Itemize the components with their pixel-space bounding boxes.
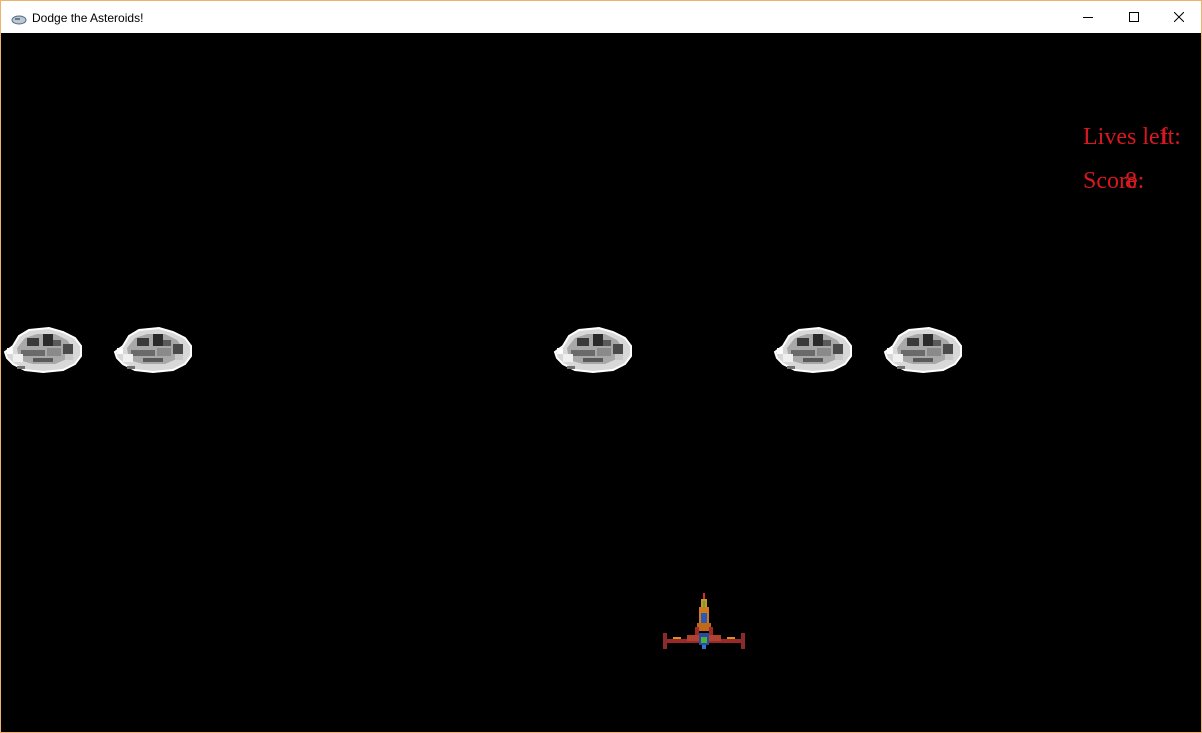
player-spaceship[interactable] xyxy=(661,593,747,657)
title-bar[interactable]: Dodge the Asteroids! xyxy=(1,1,1201,33)
asteroid xyxy=(554,327,632,373)
score-value: 8 xyxy=(1125,168,1137,194)
asteroid-app-icon xyxy=(11,12,27,25)
asteroid xyxy=(4,327,82,373)
asteroid xyxy=(884,327,962,373)
asteroid xyxy=(114,327,192,373)
lives-value: 1 xyxy=(1158,124,1170,150)
score-indicator: Score: 8 xyxy=(1047,141,1144,222)
maximize-button[interactable] xyxy=(1111,1,1157,33)
minimize-button[interactable] xyxy=(1065,1,1111,33)
close-button[interactable] xyxy=(1156,1,1202,33)
close-icon xyxy=(1174,12,1184,22)
asteroid xyxy=(774,327,852,373)
game-canvas[interactable]: Lives left: 1 Score: 8 xyxy=(1,33,1201,732)
maximize-icon xyxy=(1129,12,1139,22)
game-window: Dodge the Asteroids! Lives left: 1 Score:… xyxy=(0,0,1202,733)
window-title: Dodge the Asteroids! xyxy=(32,11,144,25)
minimize-icon xyxy=(1083,17,1093,18)
